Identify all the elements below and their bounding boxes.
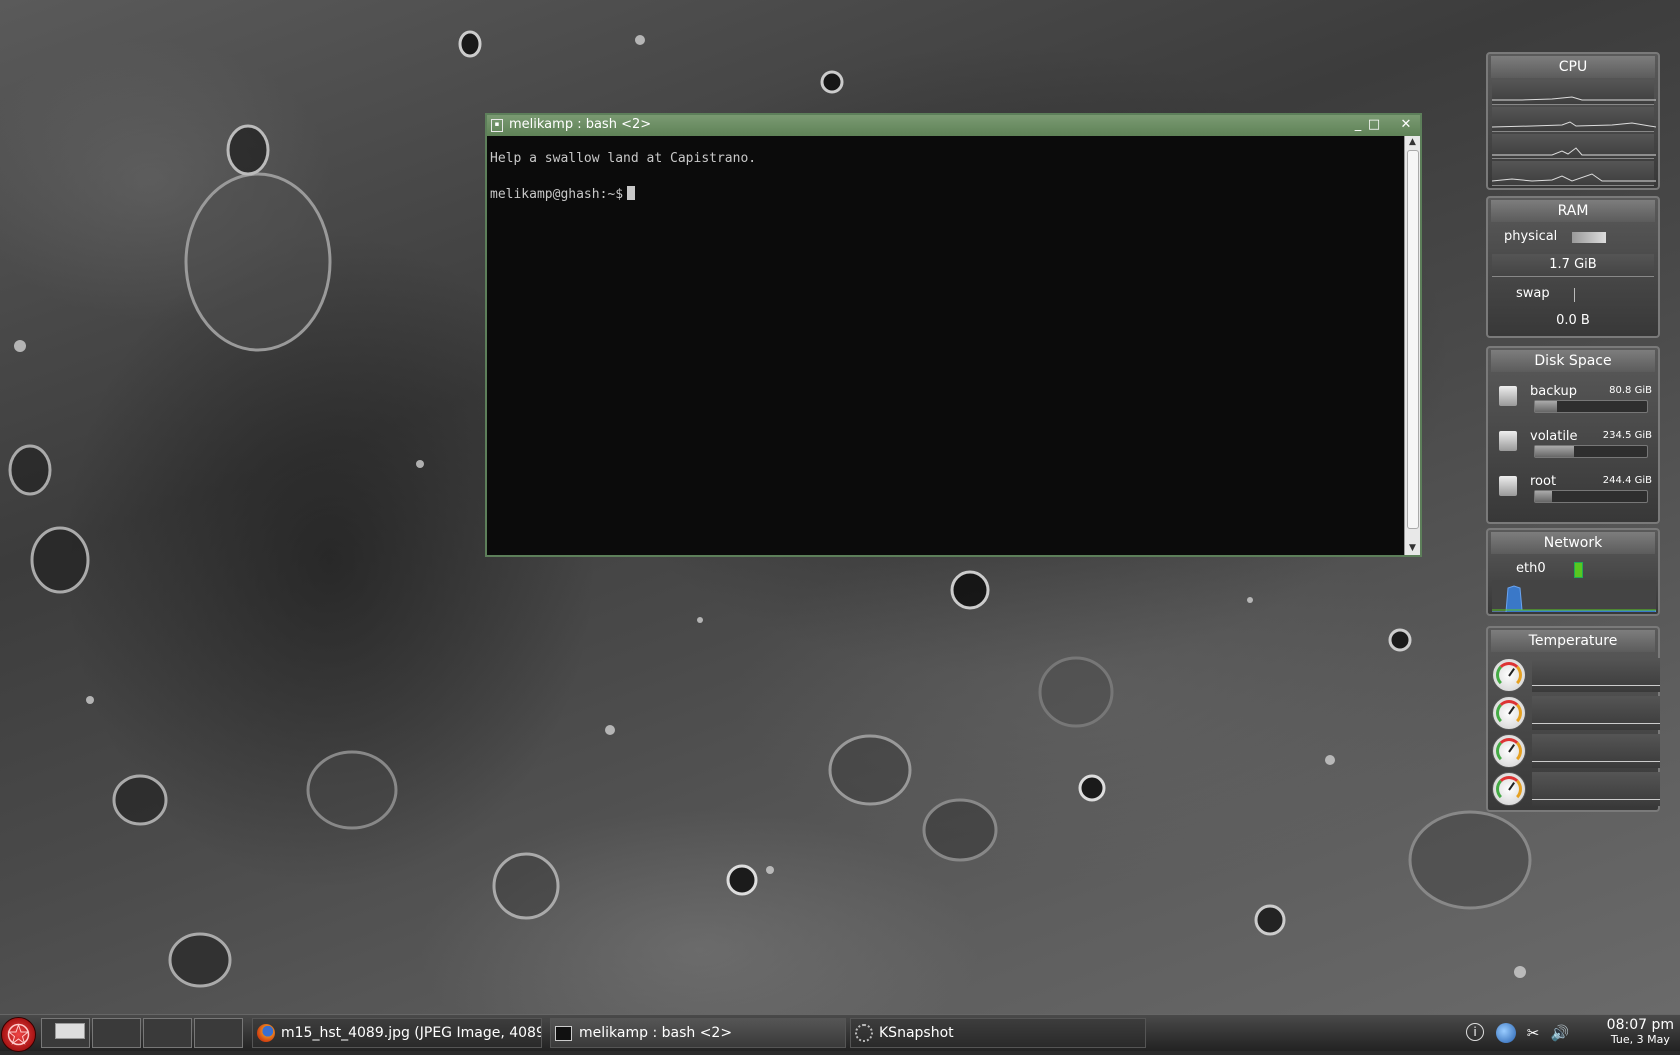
temperature-gauge-icon [1492, 772, 1526, 806]
hard-drive-icon [1499, 476, 1517, 496]
temperature-graph [1532, 772, 1660, 806]
scroll-up-arrow-icon[interactable]: ▲ [1405, 136, 1420, 149]
cpu-widget: CPU [1486, 52, 1660, 190]
cpu-graph [1491, 107, 1657, 132]
ram-swap-label: swap [1516, 286, 1550, 301]
terminal-prompt-line: melikamp@ghash:~$ [490, 186, 1402, 204]
close-button[interactable]: ✕ [1399, 117, 1413, 133]
temperature-graph [1532, 734, 1660, 768]
taskbar: m15_hst_4089.jpg (JPEG Image, 4089 melik… [0, 1014, 1680, 1052]
kde-logo-icon [7, 1023, 30, 1046]
temperature-gauge-icon [1492, 696, 1526, 730]
network-widget: Network eth0 [1486, 528, 1660, 616]
task-firefox[interactable]: m15_hst_4089.jpg (JPEG Image, 4089 [252, 1018, 542, 1048]
network-manager-icon[interactable] [1496, 1023, 1516, 1043]
network-interface-label: eth0 [1516, 561, 1546, 576]
ksnapshot-icon [855, 1024, 873, 1042]
temperature-gauge-icon [1492, 734, 1526, 768]
klipper-scissors-icon[interactable]: ✂ [1523, 1023, 1543, 1043]
ram-widget-title: RAM [1491, 200, 1655, 222]
disk-usage-bar [1534, 400, 1648, 413]
task-ksnapshot[interactable]: KSnapshot [850, 1018, 1146, 1048]
disk-widget-title: Disk Space [1491, 350, 1655, 372]
hard-drive-icon [1499, 431, 1517, 451]
terminal-scrollbar[interactable]: ▲ ▼ [1404, 136, 1420, 555]
disk-name: volatile [1530, 429, 1578, 444]
ram-physical-value: 1.7 GiB [1492, 254, 1654, 277]
pager-desktop-4[interactable] [194, 1018, 243, 1048]
terminal-title: melikamp : bash <2> [509, 117, 652, 132]
text-cursor [627, 186, 636, 200]
terminal-titlebar[interactable]: ▪ melikamp : bash <2> _ □ ✕ [487, 115, 1420, 136]
task-label: KSnapshot [879, 1025, 954, 1041]
pager-desktop-1[interactable] [41, 1018, 90, 1048]
clock[interactable]: 08:07 pm Tue, 3 May [1607, 1017, 1674, 1046]
ram-physical-label: physical [1504, 229, 1558, 244]
clock-date: Tue, 3 May [1610, 1033, 1670, 1046]
network-traffic-graph [1492, 580, 1656, 612]
cpu-graph [1492, 134, 1656, 159]
pager-desktop-3[interactable] [143, 1018, 192, 1048]
disk-space-widget: Disk Space backup 80.8 GiB volatile 234.… [1486, 346, 1660, 524]
ram-swap-value: 0.0 B [1556, 313, 1590, 328]
task-terminal[interactable]: melikamp : bash <2> [550, 1018, 846, 1048]
disk-size: 234.5 GiB [1602, 430, 1652, 441]
disk-size: 80.8 GiB [1609, 385, 1652, 396]
temperature-graph [1532, 658, 1660, 692]
network-activity-indicator [1574, 562, 1583, 578]
cpu-graph [1491, 161, 1656, 186]
ram-swap-bar [1574, 288, 1575, 302]
clock-time: 08:07 pm [1606, 1017, 1674, 1033]
network-widget-title: Network [1491, 532, 1655, 554]
scroll-down-arrow-icon[interactable]: ▼ [1405, 542, 1420, 555]
ram-widget: RAM physical 1.7 GiB swap 0.0 B [1486, 196, 1660, 338]
task-label: m15_hst_4089.jpg (JPEG Image, 4089 [281, 1025, 542, 1041]
info-icon[interactable]: i [1466, 1023, 1484, 1041]
terminal-icon [555, 1026, 572, 1041]
pager-window-thumbnail [55, 1023, 85, 1039]
cpu-widget-title: CPU [1491, 56, 1655, 78]
temperature-gauge-icon [1492, 658, 1526, 692]
pager-desktop-2[interactable] [92, 1018, 141, 1048]
terminal-line: Help a swallow land at Capistrano. [490, 151, 757, 166]
temperature-graph [1532, 696, 1660, 730]
firefox-icon [257, 1024, 275, 1042]
disk-name: root [1530, 474, 1557, 489]
temperature-widget: Temperature [1486, 626, 1660, 812]
hard-drive-icon [1499, 386, 1517, 406]
ram-physical-bar [1572, 232, 1606, 243]
task-label: melikamp : bash <2> [579, 1025, 733, 1041]
disk-name: backup [1530, 384, 1577, 399]
window-menu-icon[interactable]: ▪ [491, 119, 503, 132]
disk-usage-bar [1534, 445, 1648, 458]
terminal-output[interactable]: Help a swallow land at Capistrano. melik… [487, 136, 1405, 555]
volume-icon[interactable]: 🔊 [1550, 1023, 1570, 1043]
kde-menu-button[interactable] [1, 1017, 36, 1052]
cpu-graph [1492, 80, 1656, 105]
terminal-prompt: melikamp@ghash:~$ [490, 187, 624, 202]
temperature-widget-title: Temperature [1491, 630, 1655, 652]
maximize-button[interactable]: □ [1367, 117, 1381, 133]
terminal-window[interactable]: ▪ melikamp : bash <2> _ □ ✕ Help a swall… [485, 113, 1422, 557]
scrollbar-thumb[interactable] [1407, 150, 1419, 529]
disk-size: 244.4 GiB [1602, 475, 1652, 486]
disk-usage-bar [1534, 490, 1648, 503]
minimize-button[interactable]: _ [1351, 117, 1365, 133]
